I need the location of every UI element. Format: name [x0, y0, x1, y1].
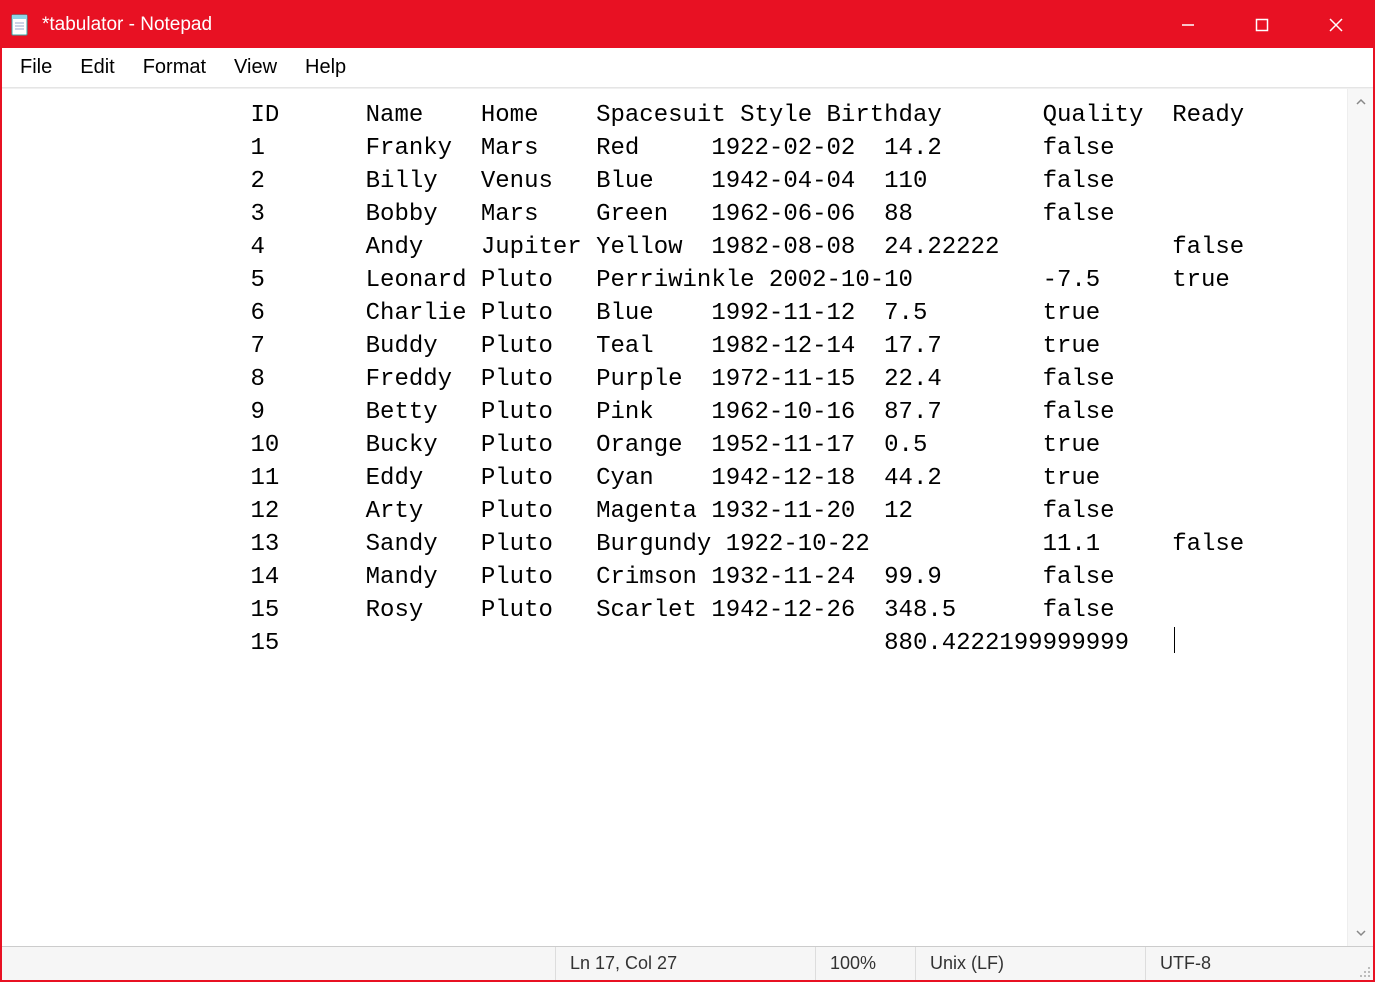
- text-editor[interactable]: ID Name Home Spacesuit Style Birthday Qu…: [2, 89, 1347, 946]
- scroll-up-arrow-icon[interactable]: [1348, 89, 1373, 115]
- status-cursor-position: Ln 17, Col 27: [555, 947, 815, 980]
- menu-format[interactable]: Format: [129, 52, 220, 83]
- status-line-ending: Unix (LF): [915, 947, 1145, 980]
- maximize-button[interactable]: [1225, 2, 1299, 48]
- menu-view[interactable]: View: [220, 52, 291, 83]
- window-controls: [1151, 2, 1373, 48]
- title-bar: *tabulator - Notepad: [2, 2, 1373, 48]
- status-empty: [2, 947, 555, 980]
- status-zoom: 100%: [815, 947, 915, 980]
- scroll-track[interactable]: [1348, 115, 1373, 920]
- menu-file[interactable]: File: [6, 52, 66, 83]
- menu-edit[interactable]: Edit: [66, 52, 128, 83]
- window-title: *tabulator - Notepad: [42, 14, 212, 36]
- menu-bar: File Edit Format View Help: [2, 48, 1373, 88]
- minimize-button[interactable]: [1151, 2, 1225, 48]
- vertical-scrollbar[interactable]: [1347, 89, 1373, 946]
- scroll-down-arrow-icon[interactable]: [1348, 920, 1373, 946]
- status-bar: Ln 17, Col 27 100% Unix (LF) UTF-8: [2, 946, 1373, 980]
- menu-help[interactable]: Help: [291, 52, 360, 83]
- editor-wrap: ID Name Home Spacesuit Style Birthday Qu…: [2, 88, 1373, 946]
- status-encoding: UTF-8: [1145, 947, 1355, 980]
- resize-grip-icon[interactable]: [1355, 947, 1373, 980]
- notepad-app-icon: [8, 13, 32, 37]
- close-button[interactable]: [1299, 2, 1373, 48]
- text-caret: [1174, 627, 1175, 653]
